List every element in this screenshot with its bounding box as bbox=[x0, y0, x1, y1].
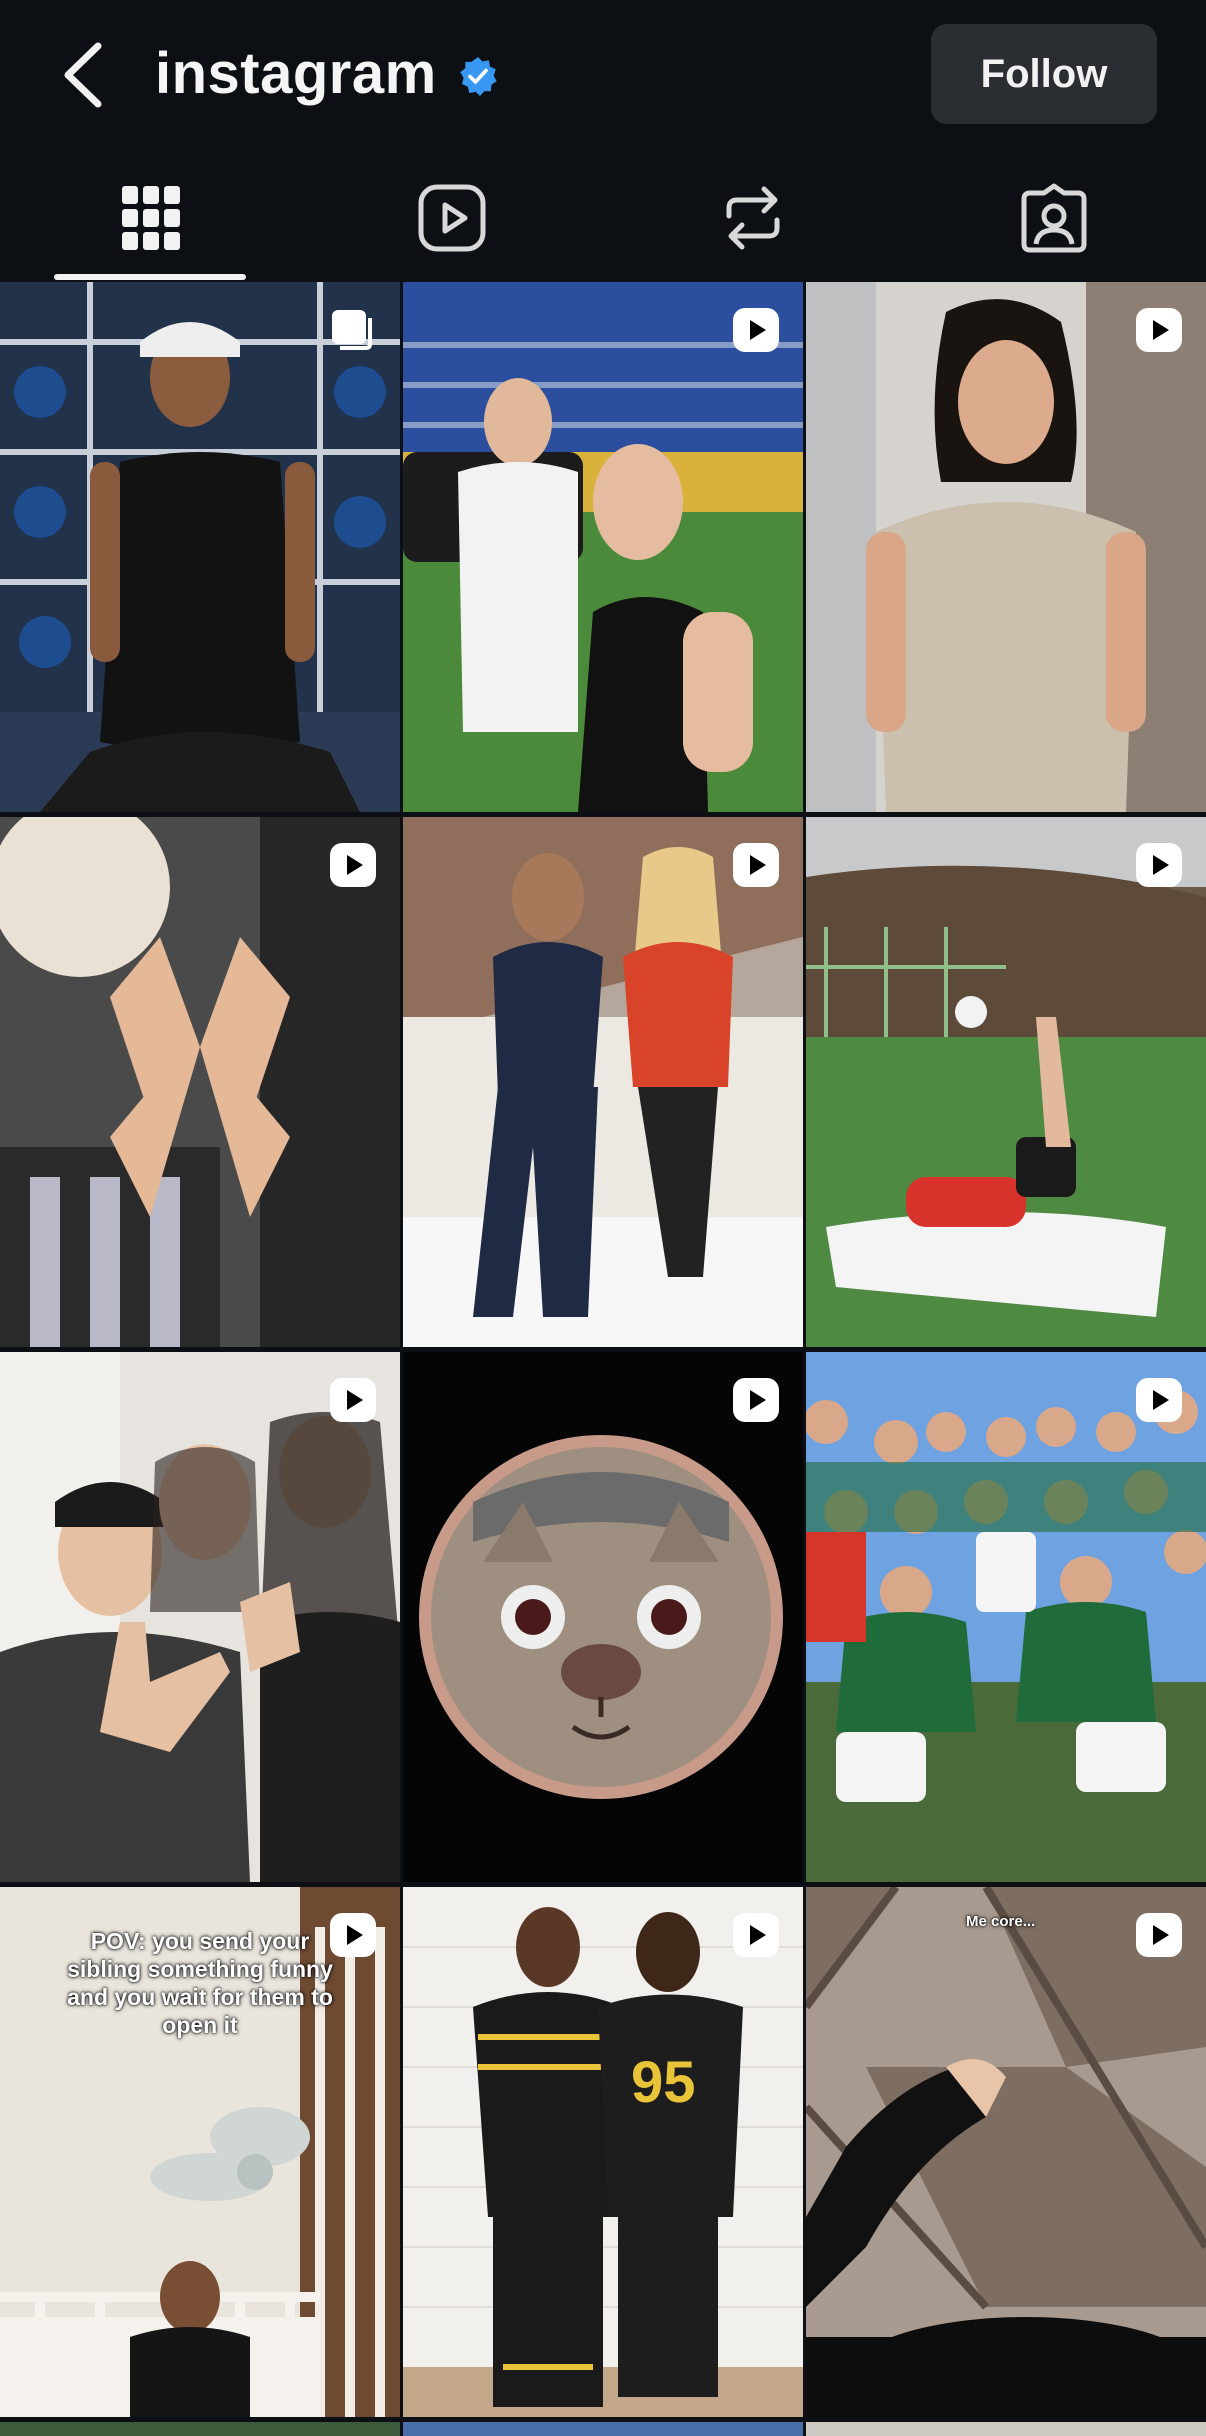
post-thumbnail bbox=[806, 282, 1206, 812]
grid-icon bbox=[121, 185, 180, 250]
svg-text:95: 95 bbox=[631, 2050, 696, 2115]
post-tile[interactable]: 95 bbox=[403, 1887, 803, 2417]
post-tile[interactable] bbox=[403, 282, 803, 812]
reel-badge-icon bbox=[1136, 843, 1182, 887]
post-thumbnail bbox=[0, 1352, 400, 1882]
post-tile[interactable] bbox=[806, 817, 1206, 1347]
follow-button[interactable]: Follow bbox=[931, 24, 1157, 124]
profile-username: instagram bbox=[155, 41, 437, 106]
carousel-badge-icon bbox=[332, 310, 372, 350]
post-tile[interactable] bbox=[806, 282, 1206, 812]
tab-reels[interactable] bbox=[301, 155, 602, 280]
post-thumbnail bbox=[403, 1352, 803, 1882]
post-tile[interactable] bbox=[806, 2422, 1206, 2436]
back-button[interactable] bbox=[56, 38, 116, 112]
reels-icon bbox=[418, 184, 485, 251]
reel-badge-icon bbox=[1136, 1913, 1182, 1957]
tab-reposts[interactable] bbox=[602, 155, 903, 280]
post-thumbnail bbox=[403, 282, 803, 812]
post-tile[interactable]: Me core... bbox=[806, 1887, 1206, 2417]
reel-badge-icon bbox=[733, 1913, 779, 1957]
post-thumbnail bbox=[0, 817, 400, 1347]
reel-badge-icon bbox=[733, 1378, 779, 1422]
post-tile[interactable] bbox=[806, 1352, 1206, 1882]
back-arrow-icon bbox=[64, 42, 102, 108]
tagged-icon bbox=[1021, 183, 1086, 252]
reel-badge-icon bbox=[1136, 308, 1182, 352]
profile-header: instagram Follow bbox=[0, 0, 1206, 150]
repost-icon bbox=[726, 186, 779, 249]
post-thumbnail bbox=[403, 817, 803, 1347]
reel-badge-icon bbox=[1136, 1378, 1182, 1422]
reel-badge-icon bbox=[733, 308, 779, 352]
post-tile[interactable] bbox=[0, 2422, 400, 2436]
tab-tagged[interactable] bbox=[903, 155, 1204, 280]
post-thumbnail bbox=[806, 1352, 1206, 1882]
post-tile[interactable] bbox=[0, 1352, 400, 1882]
profile-tabs bbox=[0, 155, 1206, 280]
reel-badge-icon bbox=[733, 843, 779, 887]
reel-badge-icon bbox=[330, 1378, 376, 1422]
post-overlay-text: POV: you send your sibling something fun… bbox=[67, 1928, 333, 2038]
post-tile[interactable] bbox=[403, 1352, 803, 1882]
post-thumbnail bbox=[806, 1887, 1206, 2417]
post-overlay-text: Me core... bbox=[966, 1913, 1036, 1930]
post-thumbnail: 95 bbox=[403, 1887, 803, 2417]
post-thumbnail bbox=[0, 282, 400, 812]
posts-grid: POV: you send your sibling something fun… bbox=[0, 282, 1206, 2436]
post-thumbnail bbox=[806, 817, 1206, 1347]
verified-badge-icon bbox=[460, 57, 497, 96]
tab-grid[interactable] bbox=[0, 155, 301, 280]
post-tile[interactable] bbox=[403, 817, 803, 1347]
post-tile[interactable] bbox=[0, 282, 400, 812]
active-tab-indicator bbox=[54, 274, 246, 280]
reel-badge-icon bbox=[330, 843, 376, 887]
post-tile[interactable]: POV: you send your sibling something fun… bbox=[0, 1887, 400, 2417]
post-tile[interactable] bbox=[403, 2422, 803, 2436]
post-tile[interactable] bbox=[0, 817, 400, 1347]
